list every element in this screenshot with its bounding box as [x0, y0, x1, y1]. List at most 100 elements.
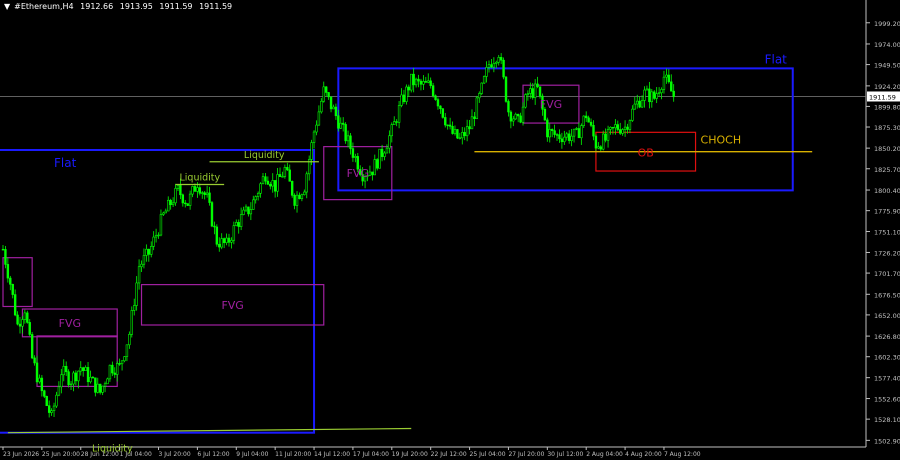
- candle-body: [584, 115, 588, 119]
- candle-body: [597, 146, 600, 149]
- candle-body: [4, 249, 7, 265]
- candle-body: [237, 222, 240, 227]
- candle-body: [286, 167, 289, 171]
- candle-body: [154, 235, 158, 238]
- candle-body: [572, 128, 576, 137]
- candle-body: [57, 386, 61, 396]
- ohlc-open: 1912.66: [80, 2, 114, 11]
- zone-label-fvg: FVG: [221, 299, 243, 312]
- candle-body: [271, 180, 274, 187]
- candle-body: [142, 255, 146, 265]
- candle-body: [587, 117, 590, 123]
- candle-body: [23, 312, 27, 320]
- candle-body: [64, 365, 68, 373]
- candle-body: [159, 214, 163, 236]
- x-tick-label: 6 Jul 12:00: [197, 451, 229, 458]
- candle-body: [395, 121, 398, 123]
- candle-body: [256, 192, 260, 197]
- candle-body: [538, 86, 542, 97]
- candle-body: [79, 367, 82, 372]
- candle-body: [133, 305, 136, 311]
- candle-body: [84, 367, 87, 371]
- candle-body: [290, 181, 294, 196]
- candle-body: [512, 118, 515, 122]
- price-chart: Flat Flat FVG FVG FVG FVG OB CHOCH Liquidity Liqu…: [0, 0, 900, 460]
- candle-body: [650, 91, 654, 103]
- candle-body: [410, 73, 413, 91]
- candle-body: [521, 106, 525, 123]
- candle-body: [72, 372, 75, 385]
- candle-body: [137, 266, 141, 284]
- candle-body: [288, 169, 291, 182]
- candle-body: [509, 111, 513, 122]
- candle-body: [152, 236, 155, 247]
- candle-body: [13, 294, 17, 316]
- zone-label-fvg: FVG: [540, 98, 562, 111]
- candle-body: [26, 312, 29, 323]
- candle-body: [458, 137, 462, 139]
- dropdown-arrow-icon[interactable]: ▼: [4, 2, 10, 11]
- candle-body: [269, 183, 272, 187]
- candle-body: [444, 117, 447, 126]
- candle-body: [633, 103, 637, 110]
- candle-body: [203, 192, 206, 196]
- candle-body: [74, 372, 78, 382]
- zone-label-fvg: FVG: [347, 167, 369, 180]
- candle-body: [283, 167, 287, 177]
- candle-body: [621, 129, 624, 134]
- candle-body: [242, 209, 245, 215]
- candle-body: [52, 405, 56, 411]
- candle-body: [602, 133, 605, 150]
- candle-body: [655, 93, 658, 99]
- candle-body: [628, 120, 632, 130]
- candle-body: [69, 383, 73, 386]
- candle-body: [402, 94, 406, 102]
- candle-body: [531, 88, 534, 98]
- candle-body: [147, 248, 150, 255]
- candle-body: [577, 128, 581, 139]
- candle-body: [11, 283, 14, 295]
- x-tick-label: 14 Jul 12:00: [314, 451, 350, 458]
- candle-body: [611, 126, 615, 129]
- x-tick-label: 17 Jul 04:00: [353, 451, 389, 458]
- candle-body: [273, 180, 277, 192]
- candle-body: [536, 83, 539, 88]
- candle-body: [227, 237, 231, 243]
- ohlc-close: 1911.59: [199, 2, 233, 11]
- y-tick-label: 1577.40: [874, 375, 900, 383]
- candle-body: [672, 90, 675, 98]
- candle-body: [77, 370, 80, 382]
- candle-body: [550, 129, 554, 131]
- x-tick-label: 2 Aug 04:00: [586, 451, 623, 458]
- candle-body: [441, 108, 445, 118]
- candle-body: [167, 199, 170, 212]
- candle-body: [67, 371, 70, 386]
- candle-body: [249, 209, 253, 215]
- candle-body: [193, 186, 197, 192]
- level-label-choch: CHOCH: [701, 134, 742, 147]
- candle-body: [220, 238, 223, 248]
- candle-body: [383, 152, 386, 157]
- candle-body: [264, 176, 267, 182]
- candle-body: [186, 203, 189, 206]
- candle-body: [470, 116, 474, 130]
- candle-body: [247, 206, 250, 215]
- candle-body: [339, 122, 342, 129]
- x-tick-label: 22 Jul 12:00: [431, 451, 467, 458]
- candle-body: [626, 126, 629, 130]
- y-tick-label: 1528.10: [874, 416, 900, 424]
- candle-body: [497, 57, 500, 63]
- candle-body: [118, 363, 121, 365]
- candle-body: [424, 81, 428, 83]
- candle-body: [191, 186, 194, 195]
- candle-body: [205, 192, 209, 196]
- x-tick-label: 27 Jul 20:00: [508, 451, 544, 458]
- candle-body: [176, 185, 180, 189]
- y-tick-label: 1924.20: [874, 83, 900, 91]
- candle-body: [623, 126, 627, 130]
- candle-body: [354, 156, 357, 158]
- candle-body: [609, 126, 612, 130]
- candle-body: [171, 202, 175, 205]
- candle-body: [667, 74, 671, 83]
- candle-body: [281, 176, 284, 178]
